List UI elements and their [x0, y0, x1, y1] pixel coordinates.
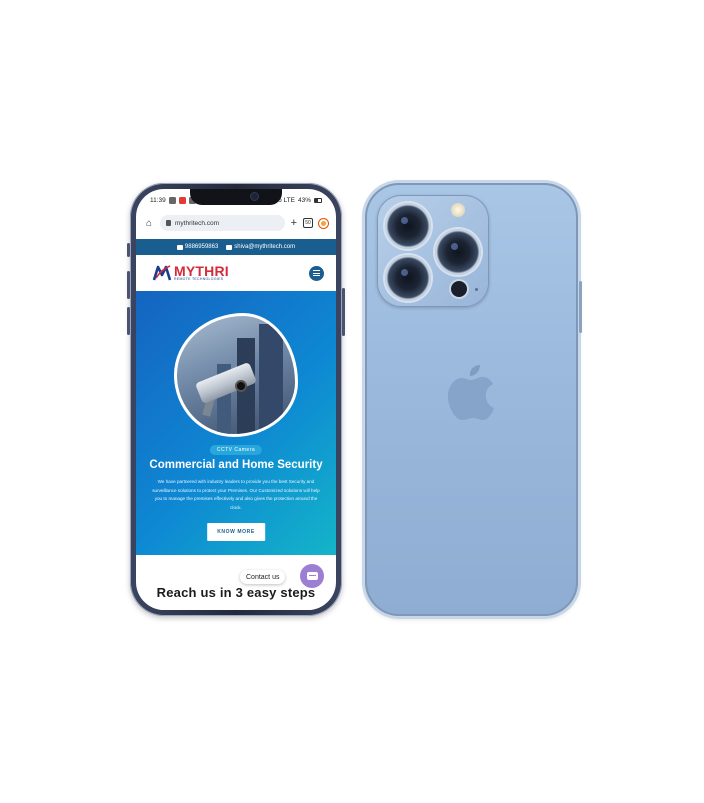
- volume-up-button: [127, 271, 130, 299]
- logo-tagline: REMOTE TECHNOLOGIES: [174, 277, 224, 282]
- flash: [451, 203, 465, 217]
- hero-image: [174, 313, 298, 437]
- hero-description: We have partnered with industry leaders …: [152, 479, 320, 510]
- know-more-button[interactable]: KNOW MORE: [207, 523, 265, 541]
- email-link[interactable]: shiva@mythritech.com: [226, 244, 295, 250]
- url-text: mythritech.com: [175, 219, 220, 227]
- hero-badge: CCTV Camera: [209, 445, 263, 455]
- home-icon[interactable]: ⌂: [144, 218, 154, 229]
- status-time: 11:39: [150, 196, 166, 204]
- hamburger-icon[interactable]: [309, 265, 324, 281]
- contact-us-label[interactable]: Contact us: [240, 570, 286, 584]
- lock-icon: [166, 220, 171, 226]
- hero-section: CCTV Camera Commercial and Home Security…: [136, 291, 336, 555]
- site-header: MYTHRI REMOTE TECHNOLOGIES: [136, 255, 336, 291]
- ultrawide-lens: [385, 255, 431, 301]
- phone-number: 9886959863: [184, 244, 219, 250]
- logo-mark-icon: [152, 265, 172, 281]
- address-bar[interactable]: mythritech.com: [160, 215, 285, 231]
- volume-down-button: [127, 307, 130, 335]
- side-button: [579, 281, 582, 333]
- power-button: [342, 288, 345, 336]
- plus-icon[interactable]: +: [291, 217, 297, 229]
- battery-icon: [314, 197, 322, 203]
- mail-icon: [226, 244, 233, 250]
- wide-lens: [385, 203, 431, 249]
- chat-icon: [306, 572, 318, 580]
- battery-percent: 43%: [297, 196, 311, 204]
- hero-title: Commercial and Home Security: [149, 459, 323, 471]
- menu-icon[interactable]: [319, 218, 328, 228]
- phone-link[interactable]: 9886959863: [176, 244, 219, 250]
- logo-name: MYTHRI: [174, 263, 229, 280]
- rear-microphone: [475, 288, 478, 291]
- back-phone: [365, 183, 582, 616]
- site-logo[interactable]: MYTHRI REMOTE TECHNOLOGIES: [152, 263, 229, 283]
- tabs-icon[interactable]: 50: [303, 218, 313, 228]
- front-phone: 11:39 Vo LTE 43% ⌂ mythritech.com + 50 9…: [127, 183, 345, 616]
- telephoto-lens: [435, 229, 481, 275]
- lidar-sensor: [451, 281, 467, 297]
- navigation-bar: [136, 604, 336, 610]
- phone-screen: 11:39 Vo LTE 43% ⌂ mythritech.com + 50 9…: [136, 189, 336, 610]
- silent-switch: [127, 243, 130, 257]
- phone-icon: [176, 244, 183, 250]
- apple-logo-icon: [447, 365, 494, 420]
- notch: [190, 189, 282, 205]
- browser-toolbar: ⌂ mythritech.com + 50: [136, 212, 336, 234]
- section-heading: Reach us in 3 easy steps: [156, 585, 316, 600]
- youtube-icon: [178, 196, 186, 204]
- contact-info-bar: 9886959863 shiva@mythritech.com: [136, 239, 336, 255]
- notification-icon: [168, 196, 176, 204]
- camera-module: [377, 195, 489, 307]
- front-camera: [250, 192, 259, 201]
- email-address: shiva@mythritech.com: [234, 244, 296, 250]
